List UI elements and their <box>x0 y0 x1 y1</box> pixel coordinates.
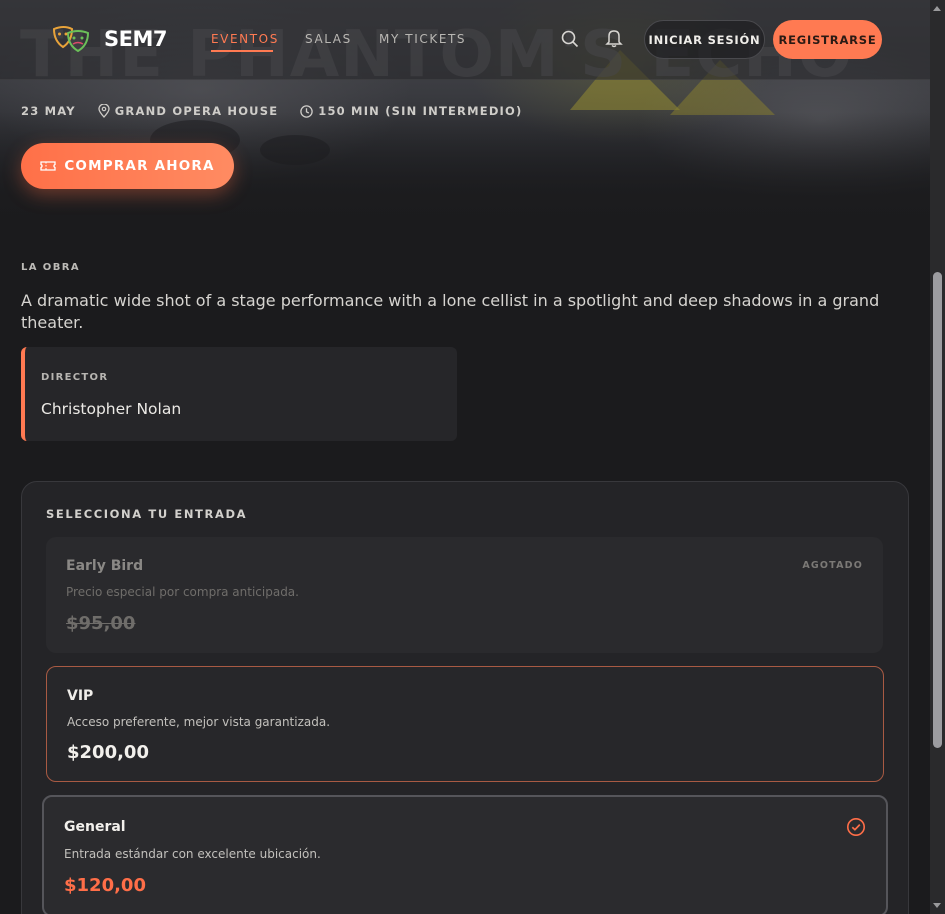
top-navbar: SEM7 EVENTOS SALAS MY TICKETS INICIAR SE… <box>0 0 930 80</box>
director-card: DIRECTOR Christopher Nolan <box>21 347 457 441</box>
director-name: Christopher Nolan <box>41 400 182 418</box>
ticket-option-general[interactable]: General Entrada estándar con excelente u… <box>42 795 888 914</box>
ticket-name: Early Bird <box>66 558 144 574</box>
scroll-down-arrow[interactable] <box>933 903 941 908</box>
scroll-thumb[interactable] <box>933 272 942 748</box>
theater-masks-icon <box>52 25 90 53</box>
check-circle-icon <box>846 817 866 837</box>
sold-out-badge: AGOTADO <box>802 560 863 571</box>
ticket-description: Precio especial por compra anticipada. <box>66 585 299 599</box>
logo[interactable]: SEM7 <box>52 25 167 53</box>
event-venue-text: GRAND OPERA HOUSE <box>114 104 279 118</box>
login-button[interactable]: INICIAR SESIÓN <box>644 20 765 59</box>
about-label: LA OBRA <box>21 262 80 273</box>
event-venue: GRAND OPERA HOUSE <box>98 104 278 118</box>
ticket-option-early-bird: Early Bird AGOTADO Precio especial por c… <box>46 537 883 653</box>
logo-text: SEM7 <box>104 27 167 51</box>
scroll-up-arrow[interactable] <box>933 6 941 11</box>
ticket-description: Acceso preferente, mejor vista garantiza… <box>67 715 331 729</box>
ticket-price: $95,00 <box>66 613 136 634</box>
ticket-icon <box>40 161 56 171</box>
event-date-text: 23 MAY <box>21 104 76 118</box>
page-scrollbar[interactable] <box>930 0 945 914</box>
event-duration: 150 MIN (SIN INTERMEDIO) <box>300 104 522 118</box>
register-button[interactable]: REGISTRARSE <box>773 20 882 59</box>
ticket-description: Entrada estándar con excelente ubicación… <box>64 847 321 861</box>
ticket-option-vip[interactable]: VIP Acceso preferente, mejor vista garan… <box>46 666 884 782</box>
event-date: 23 MAY <box>21 104 76 118</box>
director-label: DIRECTOR <box>41 372 109 383</box>
event-meta: 23 MAY GRAND OPERA HOUSE 150 MIN (SIN IN… <box>21 104 544 118</box>
clock-icon <box>300 104 313 118</box>
buy-now-label: COMPRAR AHORA <box>64 158 215 174</box>
ticket-name: General <box>64 819 126 835</box>
ticket-selection-heading: SELECCIONA TU ENTRADA <box>46 507 248 521</box>
location-pin-icon <box>98 104 110 118</box>
ticket-price: $200,00 <box>67 742 149 763</box>
event-duration-text: 150 MIN (SIN INTERMEDIO) <box>318 104 523 118</box>
active-nav-indicator <box>211 50 273 52</box>
bell-icon[interactable] <box>603 27 625 49</box>
nav-link-eventos[interactable]: EVENTOS <box>211 32 279 46</box>
nav-link-my-tickets[interactable]: MY TICKETS <box>379 32 466 46</box>
synopsis-text: A dramatic wide shot of a stage performa… <box>21 291 880 332</box>
buy-now-button[interactable]: COMPRAR AHORA <box>21 143 234 189</box>
search-icon[interactable] <box>559 28 581 50</box>
ticket-price: $120,00 <box>64 875 146 896</box>
nav-link-salas[interactable]: SALAS <box>305 32 352 46</box>
ticket-name: VIP <box>67 688 94 704</box>
